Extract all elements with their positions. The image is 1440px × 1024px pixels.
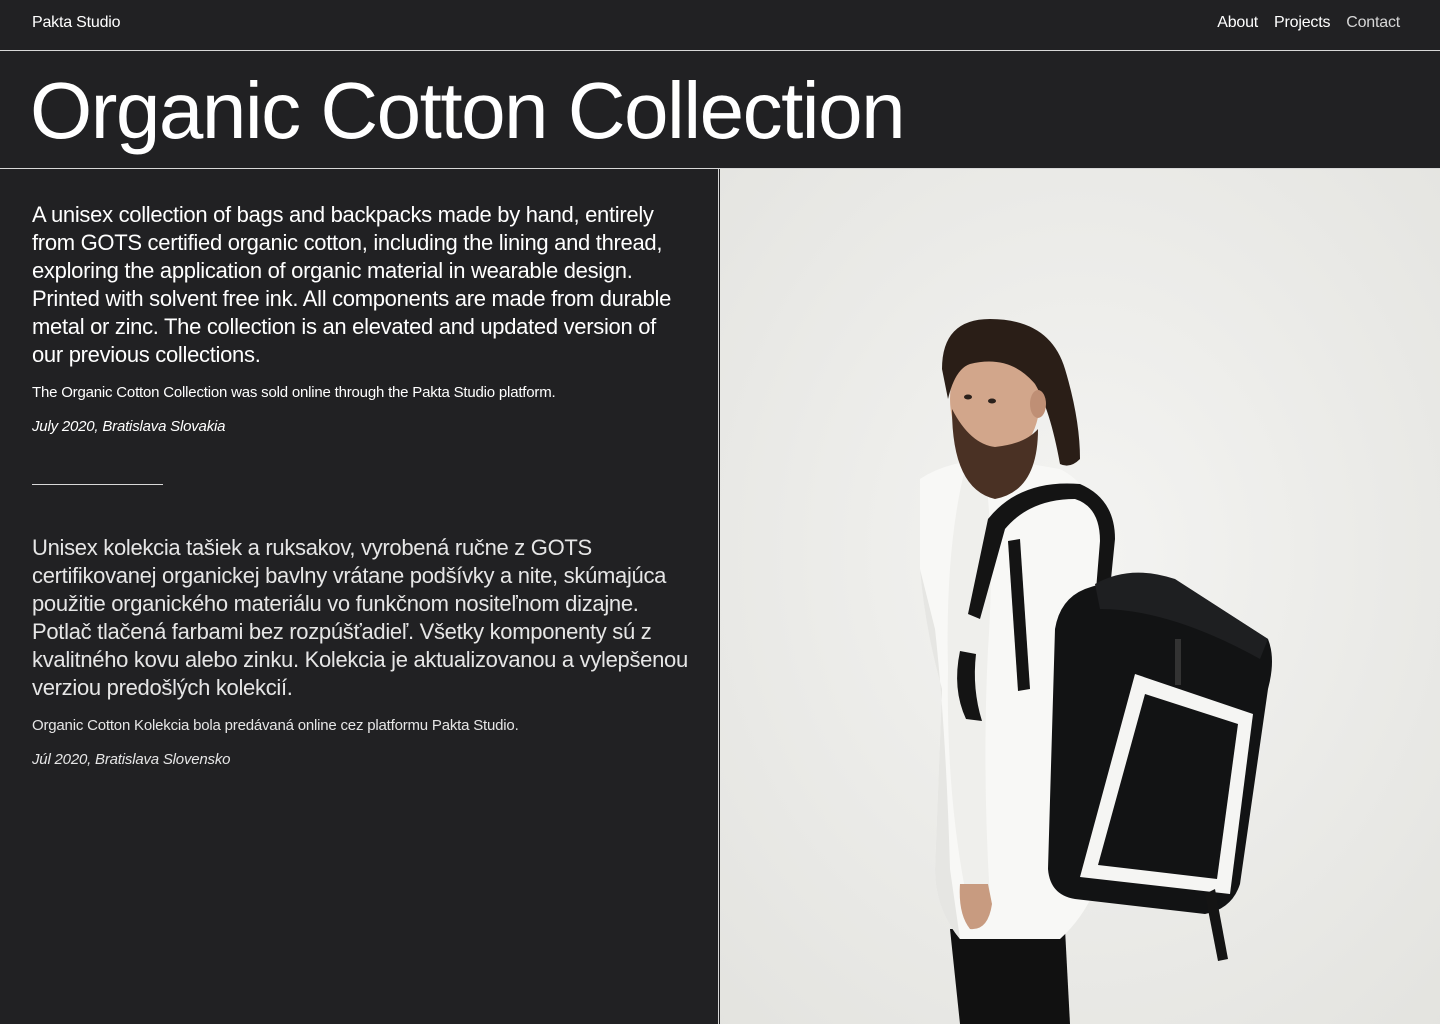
project-description-column: A unisex collection of bags and backpack… — [0, 169, 719, 1024]
slovak-description: Unisex kolekcia tašiek a ruksakov, vyrob… — [32, 535, 688, 700]
model-with-backpack-illustration — [720, 169, 1440, 1024]
page-title: Organic Cotton Collection — [30, 66, 906, 155]
english-description: A unisex collection of bags and backpack… — [32, 202, 672, 367]
english-date-location: July 2020, Bratislava Slovakia — [32, 418, 226, 435]
top-navigation: Pakta Studio About Projects Contact — [0, 0, 1440, 51]
main-nav: About Projects Contact — [1217, 14, 1400, 32]
title-band: Organic Cotton Collection — [0, 51, 1440, 169]
nav-about-link[interactable]: About — [1217, 14, 1258, 32]
slovak-sales-note: Organic Cotton Kolekcia bola predávaná o… — [32, 717, 519, 734]
nav-contact-link[interactable]: Contact — [1346, 14, 1400, 32]
section-divider — [32, 484, 163, 485]
slovak-date-location: Júl 2020, Bratislava Slovensko — [32, 751, 231, 768]
nav-projects-link[interactable]: Projects — [1274, 14, 1330, 32]
product-photo — [720, 169, 1440, 1024]
page: Pakta Studio About Projects Contact Orga… — [0, 0, 1440, 1024]
english-sales-note: The Organic Cotton Collection was sold o… — [32, 384, 556, 401]
brand-link[interactable]: Pakta Studio — [32, 14, 121, 32]
